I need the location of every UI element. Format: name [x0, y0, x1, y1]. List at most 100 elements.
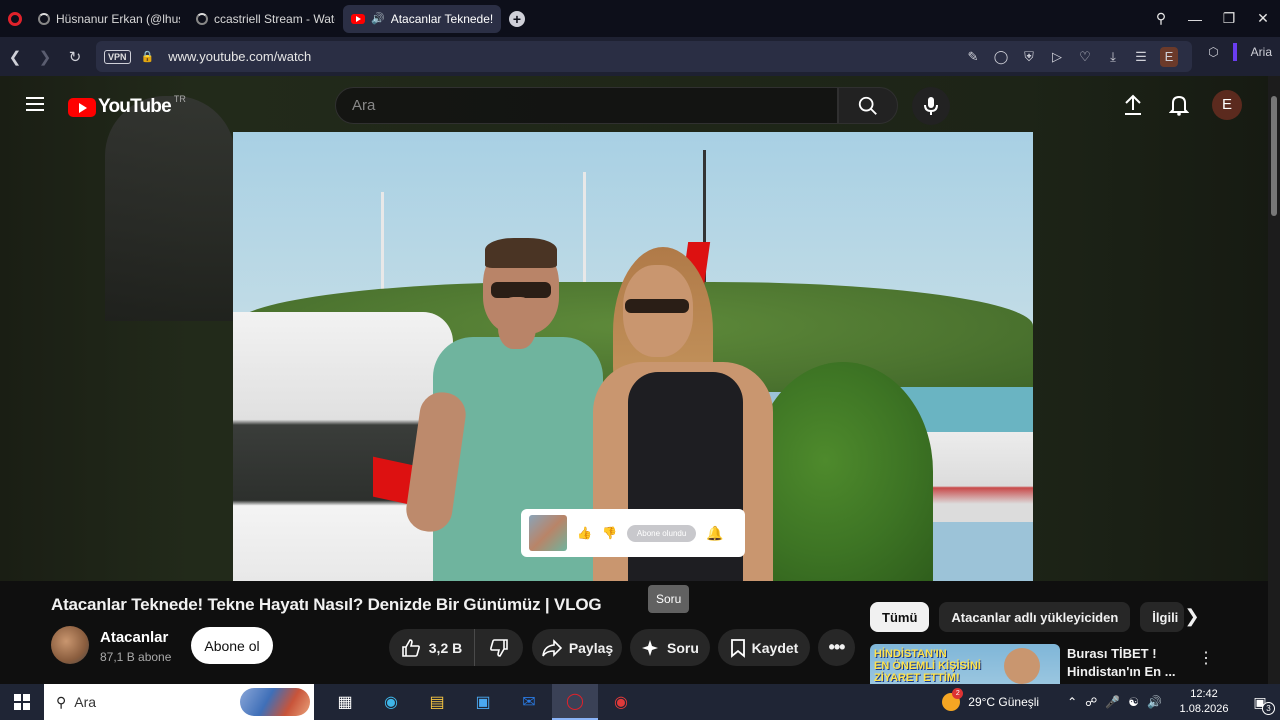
store-icon[interactable]: ▣ — [460, 684, 506, 720]
bell-icon[interactable] — [1166, 92, 1192, 118]
recommendation-thumbnail[interactable]: HİNDİSTAN'IN EN ÖNEMLİ KİŞİSİNİ ZİYARET … — [870, 644, 1060, 684]
camera-icon[interactable]: ◯ — [992, 49, 1010, 65]
menu-icon[interactable]: ☰ — [1132, 49, 1150, 65]
speaker-icon[interactable]: 🔊 — [371, 12, 385, 25]
reload-button[interactable]: ↻ — [60, 48, 90, 66]
tab-atacanlar-active[interactable]: 🔊 Atacanlar Teknede! Te — [343, 4, 501, 33]
share-label: Paylaş — [568, 639, 614, 656]
more-actions-button[interactable]: ••• — [818, 629, 855, 666]
close-button[interactable]: ✕ — [1246, 10, 1280, 27]
tab-label: Hüsnanur Erkan (@lhusna — [56, 11, 180, 26]
maximize-button[interactable]: ❐ — [1212, 10, 1246, 27]
subscribe-button[interactable]: Abone ol — [191, 627, 273, 664]
thumbnail-text: HİNDİSTAN'IN EN ÖNEMLİ KİŞİSİNİ ZİYARET … — [874, 648, 981, 684]
system-tray: 2 29°C Güneşli ⌃ ☍ 🎤 ☯ 🔊 12:42 1.08.2026… — [942, 684, 1280, 720]
thumbnail-face — [1004, 648, 1040, 684]
upload-icon[interactable] — [1120, 92, 1146, 118]
channel-thumbnail — [529, 515, 567, 551]
back-button[interactable]: ❮ — [0, 48, 30, 66]
share-button[interactable]: Paylaş — [532, 629, 622, 666]
weather-badge: 2 — [952, 688, 964, 699]
heart-icon[interactable]: ♡ — [1076, 49, 1094, 65]
tab-search-icon[interactable]: ⚲ — [1144, 10, 1178, 27]
more-vert-icon[interactable]: ⋮ — [1198, 648, 1214, 668]
opera-menu-button[interactable] — [0, 0, 30, 37]
microphone-icon[interactable]: 🎤 — [1105, 695, 1120, 709]
loading-icon — [196, 12, 208, 25]
chip-all[interactable]: Tümü — [870, 602, 930, 632]
subscriber-count: 87,1 B abone — [100, 650, 172, 664]
video-player[interactable]: 👍 👎 Abone olundu 🔔 — [233, 132, 1033, 581]
scrollbar-thumb[interactable] — [1271, 96, 1277, 216]
profile-avatar[interactable]: E — [1160, 46, 1178, 67]
chip-from-uploader[interactable]: Atacanlar adlı yükleyiciden — [939, 602, 1131, 632]
voice-search-button[interactable] — [912, 87, 950, 125]
recorder-icon[interactable]: ◉ — [598, 684, 644, 720]
url-text[interactable]: www.youtube.com/watch — [168, 49, 311, 64]
ask-button[interactable]: Soru — [630, 629, 710, 666]
outlook-icon[interactable]: ✉ — [506, 684, 552, 720]
opera-taskbar-icon[interactable]: ◯ — [552, 684, 598, 720]
download-icon[interactable]: ⤓ — [1104, 49, 1122, 65]
tray-icons: ⌃ ☍ 🎤 ☯ 🔊 — [1067, 695, 1162, 709]
search-input[interactable] — [336, 88, 837, 123]
avatar[interactable]: E — [1212, 90, 1242, 120]
tab-ccastriell[interactable]: ccastriell Stream - Watch — [188, 5, 343, 33]
aria-button[interactable]: Aria — [1251, 45, 1272, 59]
minimize-button[interactable]: — — [1178, 11, 1212, 27]
notification-center-button[interactable]: ▣ 3 — [1240, 694, 1280, 715]
video-title: Atacanlar Teknede! Tekne Hayatı Nasıl? D… — [51, 595, 602, 614]
recommendation-title[interactable]: Burası TİBET ! Hindistan'ın En ... — [1067, 645, 1177, 681]
link-icon[interactable]: ☍ — [1085, 695, 1097, 709]
man-hair — [485, 238, 557, 268]
vpn-badge[interactable]: VPN — [104, 49, 131, 64]
scrollbar[interactable] — [1268, 76, 1280, 684]
edge-icon[interactable]: ◉ — [368, 684, 414, 720]
chevron-up-icon[interactable]: ⌃ — [1067, 695, 1077, 709]
dislike-icon — [490, 638, 508, 657]
channel-avatar[interactable] — [51, 626, 89, 664]
volume-icon[interactable]: 🔊 — [1147, 695, 1162, 709]
weather-text[interactable]: 29°C Güneşli — [968, 695, 1039, 709]
notification-count: 3 — [1262, 701, 1275, 715]
youtube-logo[interactable]: YouTube TR — [68, 94, 186, 118]
like-button[interactable]: 3,2 B — [389, 629, 475, 666]
search-button[interactable] — [838, 87, 898, 124]
header-actions: E — [1120, 90, 1242, 120]
cube-icon[interactable]: ⬡ — [1208, 45, 1218, 59]
bell-icon: 🔔 — [706, 524, 724, 541]
menu-icon[interactable] — [26, 97, 44, 115]
wifi-icon[interactable]: ☯ — [1128, 695, 1139, 709]
clock-date: 1.08.2026 — [1179, 703, 1229, 715]
like-dislike-group: 3,2 B — [389, 629, 523, 666]
shield-icon[interactable]: ⛨ — [1020, 49, 1038, 65]
youtube-logo-text: YouTube — [98, 96, 172, 117]
more-icon: ••• — [828, 637, 846, 657]
file-explorer-icon[interactable]: ▤ — [414, 684, 460, 720]
channel-name[interactable]: Atacanlar — [100, 629, 168, 646]
extensions-area: ⬡ Aria — [1208, 43, 1272, 61]
youtube-header: YouTube TR E — [0, 76, 1280, 132]
start-button[interactable] — [0, 694, 44, 710]
forward-button[interactable]: ❯ — [30, 48, 60, 66]
new-tab-button[interactable]: + — [509, 10, 525, 27]
task-view-icon[interactable]: ▦ — [322, 684, 368, 720]
taskbar-apps: ▦ ◉ ▤ ▣ ✉ ◯ ◉ — [322, 684, 644, 720]
mic-icon — [924, 97, 938, 115]
taskbar-search[interactable]: ⚲ Ara — [44, 684, 314, 720]
clock[interactable]: 12:42 1.08.2026 — [1174, 687, 1234, 717]
dislike-button[interactable] — [475, 629, 523, 666]
edit-icon[interactable]: ✎ — [964, 49, 982, 65]
weather-icon[interactable]: 2 — [942, 688, 964, 711]
save-button[interactable]: Kaydet — [718, 629, 810, 666]
tab-husnanur[interactable]: Hüsnanur Erkan (@lhusna — [30, 5, 188, 33]
play-icon[interactable]: ▷ — [1048, 49, 1066, 65]
like-icon — [401, 638, 420, 657]
chip-related[interactable]: İlgili — [1140, 602, 1185, 632]
url-field[interactable]: VPN 🔒 www.youtube.com/watch ✎ ◯ ⛨ ▷ ♡ ⤓ … — [96, 41, 1192, 72]
region-code: TR — [173, 94, 186, 104]
windows-taskbar: ⚲ Ara ▦ ◉ ▤ ▣ ✉ ◯ ◉ 2 29°C Güneşli ⌃ ☍ 🎤… — [0, 684, 1280, 720]
loading-icon — [38, 12, 50, 25]
chevron-right-icon[interactable]: ❯ — [1180, 606, 1204, 630]
lock-icon[interactable]: 🔒 — [141, 50, 155, 63]
